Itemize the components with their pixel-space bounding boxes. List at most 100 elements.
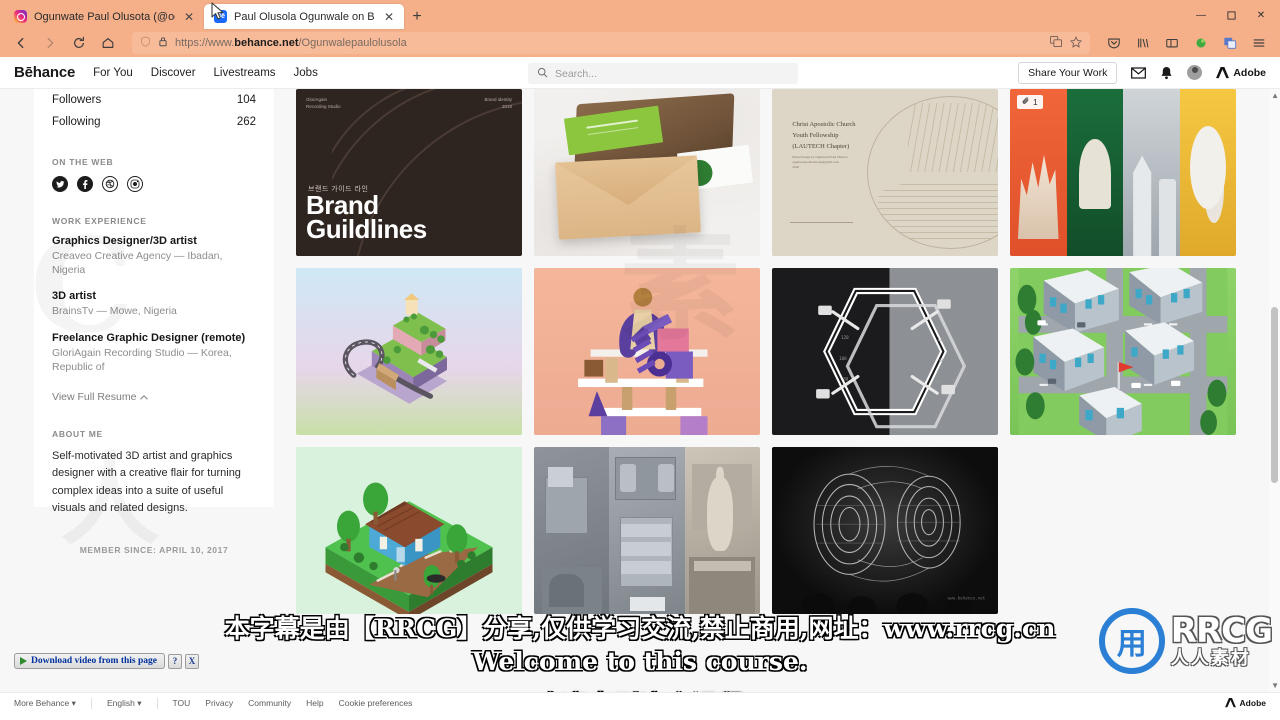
- nav-jobs[interactable]: Jobs: [294, 67, 318, 79]
- project-card-isometric-island[interactable]: [296, 268, 522, 435]
- stat-label: Following: [52, 116, 101, 128]
- instagram-icon: [14, 10, 27, 23]
- project-card-color-collage[interactable]: 1: [1010, 89, 1236, 256]
- mail-icon[interactable]: [1131, 66, 1147, 79]
- view-full-resume-link[interactable]: View Full Resume: [52, 390, 149, 403]
- footer-help[interactable]: Help: [306, 698, 323, 708]
- window-controls: — ✕: [1186, 4, 1276, 26]
- nav-for-you[interactable]: For You: [93, 67, 133, 79]
- browser-tab-behance[interactable]: Bē Paul Olusola Ogunwale on Beh ✕: [204, 4, 404, 29]
- project-grid: GloriAgain Recording Studio Brand identi…: [274, 89, 1280, 692]
- project-card-dark-hexagon-frame[interactable]: 120 100 80 120 60 40: [772, 268, 998, 435]
- project-card-abstract-shapes[interactable]: [534, 268, 760, 435]
- home-icon[interactable]: [95, 31, 121, 55]
- close-icon[interactable]: ✕: [382, 11, 396, 23]
- facebook-icon[interactable]: [77, 176, 93, 192]
- project-card-gray-interior-triptych[interactable]: [534, 447, 760, 614]
- nav-livestreams[interactable]: Livestreams: [214, 67, 276, 79]
- caret-down-icon: ▾: [137, 697, 142, 708]
- attachment-icon: [1022, 97, 1030, 107]
- forward-icon[interactable]: [37, 31, 63, 55]
- tab-title: Ogunwate Paul Olusota (@ogun: [34, 10, 175, 23]
- maximize-button[interactable]: [1216, 4, 1246, 26]
- rrcg-line1: RRCG: [1170, 611, 1273, 651]
- footer-cookie-preferences[interactable]: Cookie preferences: [339, 698, 413, 708]
- search-icon: [537, 65, 548, 83]
- reload-icon[interactable]: [66, 31, 92, 55]
- profile-sidebar: Followers 104 Following 262 ON THE WEB W…: [34, 89, 274, 555]
- svg-text:www.behance.net: www.behance.net: [948, 595, 986, 600]
- lock-icon[interactable]: [158, 36, 168, 50]
- about-me-title: ABOUT ME: [52, 428, 103, 439]
- translate-toolbar-icon[interactable]: [1217, 31, 1243, 55]
- close-window-button[interactable]: ✕: [1246, 4, 1276, 26]
- member-since: MEMBER SINCE: APRIL 10, 2017: [79, 545, 229, 556]
- footer-language[interactable]: English ▾: [107, 698, 142, 709]
- wireframe-torus-art: www.behance.net: [801, 466, 986, 614]
- library-icon[interactable]: [1130, 31, 1156, 55]
- footer-community[interactable]: Community: [248, 698, 291, 708]
- adobe-logo[interactable]: Adobe: [1216, 66, 1266, 79]
- page-scrollbar[interactable]: ▲ ▼: [1269, 89, 1280, 692]
- svg-text:100: 100: [839, 356, 847, 361]
- browser-tab-instagram[interactable]: Ogunwate Paul Olusota (@ogun ✕: [4, 4, 204, 29]
- rrcg-line2: 人人素材: [1170, 648, 1251, 669]
- view-resume-label: View Full Resume: [52, 390, 137, 403]
- project-card-church-fellowship[interactable]: Christ Apostolic Church Youth Fellowship…: [772, 89, 998, 256]
- card-top-right: Brand identity 2018: [484, 97, 512, 109]
- download-help-button[interactable]: ?: [167, 653, 182, 669]
- pocket-icon[interactable]: [1101, 31, 1127, 55]
- abstract-shapes-art: [578, 287, 708, 435]
- stat-followers[interactable]: Followers 104: [52, 89, 256, 111]
- extension-icon[interactable]: [1188, 31, 1214, 55]
- project-card-envelope-stationery[interactable]: [534, 89, 760, 256]
- minimize-button[interactable]: —: [1186, 4, 1216, 26]
- instagram-icon[interactable]: [127, 176, 143, 192]
- nav-discover[interactable]: Discover: [151, 67, 196, 79]
- isometric-city-art: [1015, 268, 1228, 435]
- dribbble-icon[interactable]: [102, 176, 118, 192]
- download-close-button[interactable]: X: [184, 653, 199, 669]
- shield-icon[interactable]: [140, 36, 151, 50]
- svg-text:120: 120: [937, 337, 945, 342]
- project-card-isometric-city[interactable]: [1010, 268, 1236, 435]
- search-input[interactable]: Search...: [528, 63, 798, 84]
- behance-header: Bēhance For You Discover Livestreams Job…: [0, 57, 1280, 89]
- star-icon[interactable]: [1070, 35, 1082, 51]
- project-card-low-poly-house[interactable]: [296, 447, 522, 614]
- footer-adobe-logo[interactable]: Adobe: [1224, 698, 1266, 708]
- footer-tou[interactable]: TOU: [173, 698, 191, 708]
- scrollbar-thumb[interactable]: [1271, 307, 1278, 483]
- twitter-icon[interactable]: [52, 176, 68, 192]
- adobe-label: Adobe: [1233, 66, 1266, 79]
- project-card-wireframe-torus[interactable]: www.behance.net: [772, 447, 998, 614]
- behance-logo[interactable]: Bēhance: [14, 64, 75, 81]
- url-bar[interactable]: https://www.behance.net/Ogunwalepaulolus…: [132, 32, 1090, 54]
- isometric-island-art: [342, 293, 447, 405]
- header-right-actions: Share Your Work Adobe: [1018, 61, 1266, 84]
- share-your-work-button[interactable]: Share Your Work: [1018, 61, 1118, 84]
- low-poly-house-art: [325, 482, 493, 614]
- job-meta: GloriAgain Recording Studio — Korea, Rep…: [52, 346, 232, 373]
- back-icon[interactable]: [8, 31, 34, 55]
- stat-following[interactable]: Following 262: [52, 111, 256, 133]
- footer-privacy[interactable]: Privacy: [205, 698, 233, 708]
- job-entry: Freelance Graphic Designer (remote) Glor…: [52, 332, 256, 374]
- subtitle-zh-small: 欢迎来到这个课程: [0, 686, 1280, 692]
- svg-text:80: 80: [843, 377, 849, 382]
- scroll-up-arrow[interactable]: ▲: [1271, 91, 1279, 100]
- project-card-brand-guidelines[interactable]: GloriAgain Recording Studio Brand identi…: [296, 89, 522, 256]
- bell-icon[interactable]: [1160, 66, 1173, 80]
- footer-divider: [90, 697, 92, 709]
- social-links: [52, 176, 256, 192]
- sidebar-icon[interactable]: [1159, 31, 1185, 55]
- avatar[interactable]: [1187, 65, 1203, 80]
- job-title: Graphics Designer/3D artist: [52, 235, 197, 247]
- close-icon[interactable]: ✕: [182, 11, 196, 23]
- download-video-button[interactable]: Download video from this page: [14, 653, 165, 669]
- hexagon-frame-art: 120 100 80 120 60 40: [816, 287, 967, 429]
- footer-more-behance[interactable]: More Behance ▾: [14, 698, 76, 709]
- menu-icon[interactable]: [1246, 31, 1272, 55]
- translate-icon[interactable]: [1050, 36, 1062, 50]
- new-tab-button[interactable]: +: [404, 4, 430, 29]
